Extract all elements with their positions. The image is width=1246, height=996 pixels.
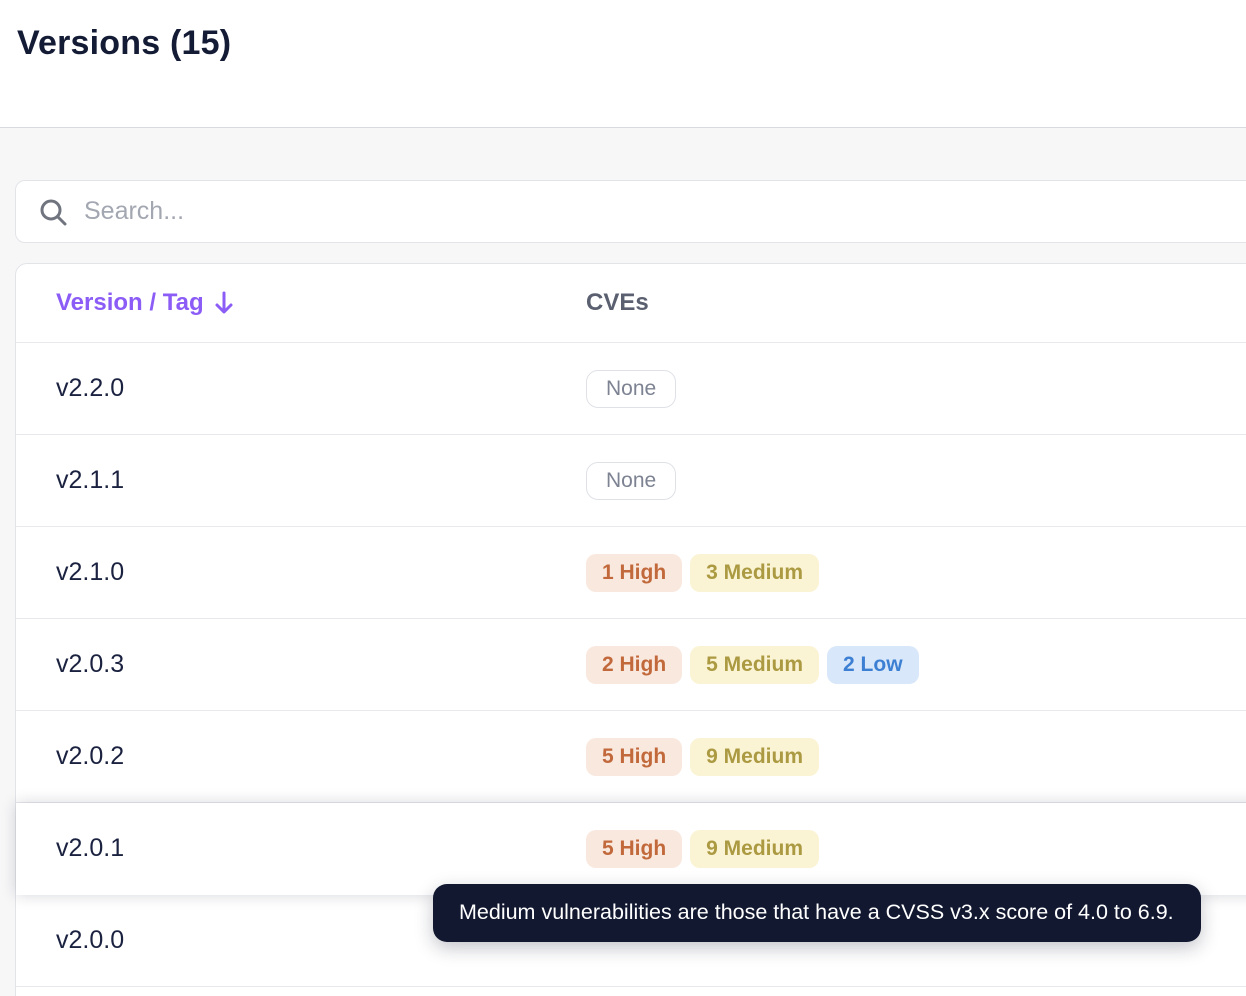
column-header-label: Version / Tag: [56, 289, 204, 316]
version-label: v2.0.2: [56, 742, 125, 770]
cves-cell: 1 High 3 Medium: [586, 553, 1246, 592]
cve-badge-medium[interactable]: 9 Medium: [690, 829, 820, 868]
page-header: Versions (15): [0, 0, 1246, 128]
cves-cell: 2 High 5 Medium 2 Low: [586, 645, 1246, 684]
table-row[interactable]: v2.2.0 None: [16, 343, 1246, 435]
table-row[interactable]: v2.0.3 2 High 5 Medium 2 Low: [16, 619, 1246, 711]
cve-badge-none[interactable]: None: [586, 461, 677, 500]
cve-badge-medium[interactable]: 9 Medium: [690, 737, 820, 776]
cves-cell: 5 High 9 Medium: [586, 737, 1246, 776]
cve-badge-high[interactable]: 2 High: [586, 645, 683, 684]
version-label: v2.0.3: [56, 650, 125, 678]
cve-badge-medium[interactable]: 3 Medium: [690, 553, 820, 592]
cves-cell: None: [586, 461, 1246, 500]
content-area: Version / Tag CVEs v2.2.0 None v2.1.1 No…: [0, 128, 1246, 996]
cve-badge-high[interactable]: 5 High: [586, 829, 683, 868]
medium-cve-tooltip: Medium vulnerabilities are those that ha…: [433, 884, 1201, 942]
version-label: v2.0.1: [56, 834, 125, 862]
version-label: v2.2.0: [56, 374, 125, 402]
search-icon: [38, 197, 68, 227]
search-input[interactable]: [84, 197, 1246, 226]
cves-cell: 5 High 9 Medium: [586, 829, 1246, 868]
cve-badge-none[interactable]: None: [586, 369, 677, 408]
cve-badge-low[interactable]: 2 Low: [827, 645, 919, 684]
table-row[interactable]: v2.0.2 5 High 9 Medium: [16, 711, 1246, 803]
column-header-cves: CVEs: [586, 289, 649, 316]
search-box[interactable]: [15, 180, 1246, 243]
version-label: v2.1.1: [56, 466, 125, 494]
arrow-down-icon: [213, 290, 235, 316]
cve-badge-high[interactable]: 5 High: [586, 737, 683, 776]
cve-badge-high[interactable]: 1 High: [586, 553, 683, 592]
cve-badge-medium[interactable]: 5 Medium: [690, 645, 820, 684]
table-row[interactable]: v2.1.0 1 High 3 Medium: [16, 527, 1246, 619]
table-row-hovered[interactable]: v2.0.1 5 High 9 Medium: [16, 803, 1246, 895]
column-header-version-tag[interactable]: Version / Tag: [16, 289, 586, 317]
page-title: Versions (15): [17, 24, 232, 62]
version-label: v2.1.0: [56, 558, 125, 586]
table-header-row: Version / Tag CVEs: [16, 264, 1246, 343]
cves-cell: None: [586, 369, 1246, 408]
table-row[interactable]: v2.1.1 None: [16, 435, 1246, 527]
